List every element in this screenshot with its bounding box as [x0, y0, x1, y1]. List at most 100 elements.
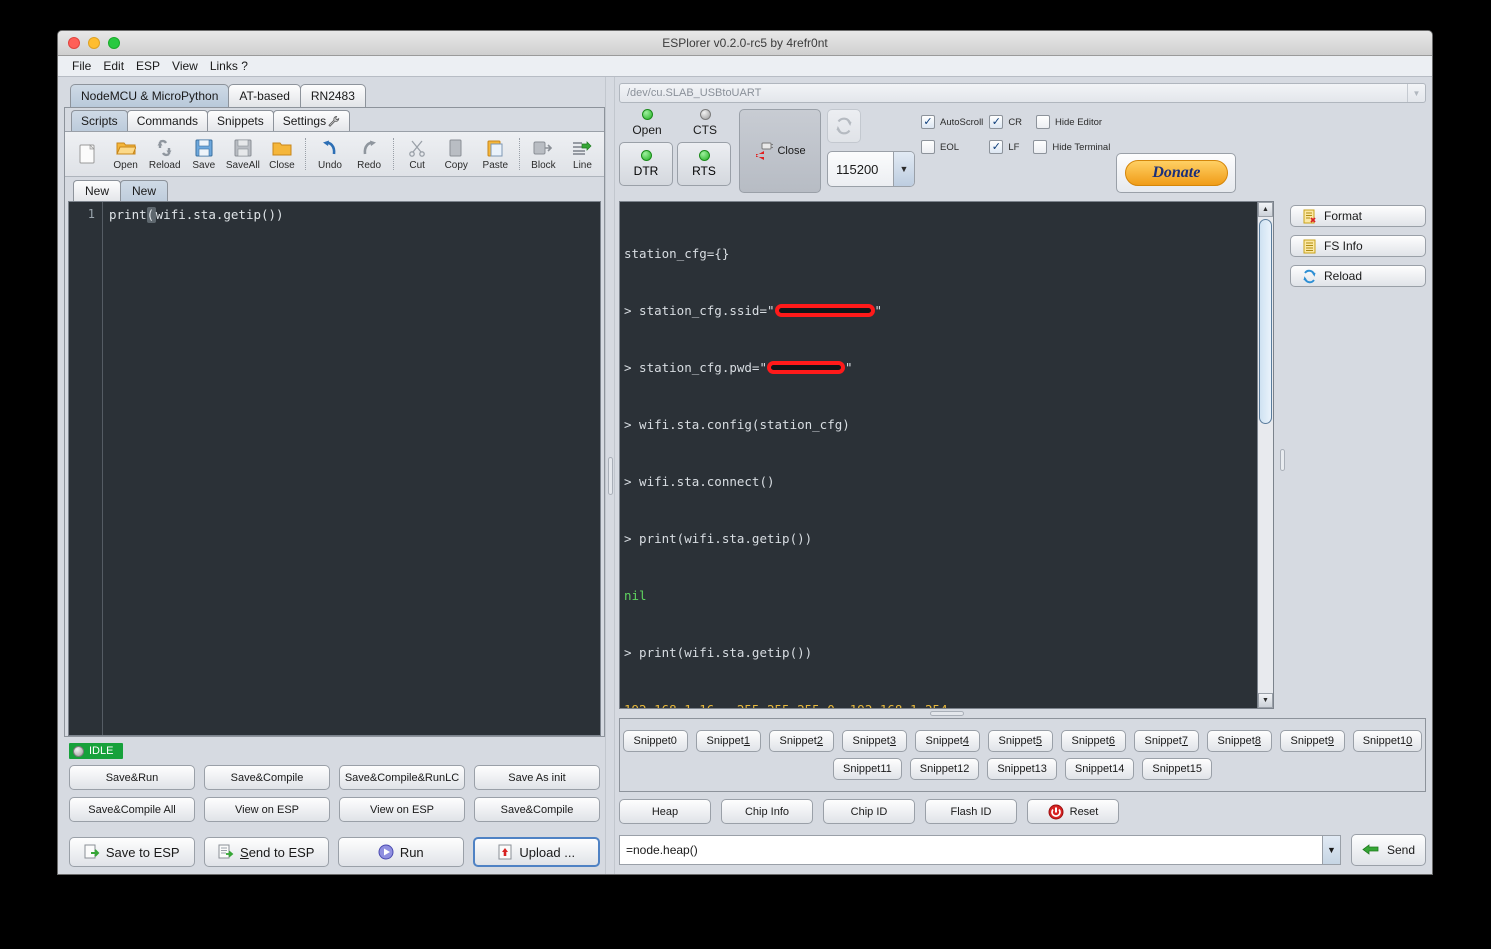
snippet-button-10[interactable]: Snippet1 0	[1352, 730, 1423, 752]
chip-info-button[interactable]: Chip Info	[721, 799, 813, 824]
toolbar-cut-button[interactable]: Cut	[398, 133, 437, 175]
snippet-button-0[interactable]: Snippet0	[622, 730, 688, 752]
menu-item-links[interactable]: Links ?	[204, 59, 254, 73]
flash-id-button[interactable]: Flash ID	[925, 799, 1017, 824]
toolbar-redo-button[interactable]: Redo	[350, 133, 389, 175]
scroll-down-button[interactable]: ▼	[1258, 693, 1273, 708]
doc-tab-new-2[interactable]: New	[120, 180, 169, 201]
code-editor[interactable]: 1 print(wifi.sta.getip())	[68, 201, 601, 736]
horizontal-divider-grip[interactable]	[929, 711, 964, 716]
snippet-button-9[interactable]: Snippet 9	[1279, 730, 1345, 752]
baudrate-chevron-down-icon[interactable]: ▼	[893, 152, 914, 186]
lf-checkbox-box[interactable]: ✓	[989, 140, 1004, 154]
menu-item-view[interactable]: View	[166, 59, 204, 73]
fs-info-button[interactable]: FS Info	[1290, 235, 1426, 257]
snippet-button-6[interactable]: Snippet 6	[1060, 730, 1126, 752]
snippet-button-8[interactable]: Snippet 8	[1206, 730, 1272, 752]
toolbar-save-button[interactable]: Save	[184, 133, 223, 175]
chevron-down-icon[interactable]: ▼	[1407, 84, 1425, 102]
send-to-esp-button[interactable]: Send to ESP	[203, 837, 329, 867]
tab-at-based[interactable]: AT-based	[228, 84, 301, 107]
snippet-button-2[interactable]: Snippet 2	[768, 730, 834, 752]
heap-button[interactable]: Heap	[619, 799, 711, 824]
close-port-button[interactable]: Close	[739, 109, 821, 193]
eol-checkbox-box[interactable]	[921, 140, 935, 154]
vertical-split-divider[interactable]	[605, 77, 615, 874]
terminal-output[interactable]: station_cfg={} > station_cfg.ssid=" " > s…	[619, 201, 1274, 709]
reload-esp-button[interactable]: Reload	[1290, 265, 1426, 287]
toolbar-paste-button[interactable]: Paste	[476, 133, 515, 175]
doc-tab-new-1[interactable]: New	[73, 180, 122, 201]
command-history-chevron-down-icon[interactable]: ▼	[1322, 836, 1340, 864]
menu-item-file[interactable]: File	[66, 59, 97, 73]
cr-checkbox[interactable]: ✓ CR	[989, 115, 1022, 129]
scrollbar-thumb[interactable]	[1259, 219, 1272, 424]
save-compile-runlc-button[interactable]: Save&Compile&RunLC	[339, 765, 465, 790]
command-input[interactable]: =node.heap() ▼	[619, 835, 1341, 865]
tab-snippets[interactable]: Snippets	[207, 110, 274, 131]
hide-editor-checkbox-box[interactable]	[1036, 115, 1051, 129]
save-and-run-button[interactable]: Save&Run	[69, 765, 195, 790]
toolbar-copy-button[interactable]: Copy	[437, 133, 476, 175]
save-and-compile-button[interactable]: Save&Compile	[204, 765, 330, 790]
reset-button[interactable]: Reset	[1027, 799, 1119, 824]
format-button[interactable]: Format	[1290, 205, 1426, 227]
view-on-esp-button-2[interactable]: View on ESP	[339, 797, 465, 822]
scrollbar-track[interactable]	[1258, 217, 1273, 693]
tab-rn2483[interactable]: RN2483	[299, 84, 366, 107]
save-as-init-button[interactable]: Save As init	[474, 765, 600, 790]
toolbar-line-button[interactable]: Line	[563, 133, 602, 175]
tab-settings[interactable]: Settings	[272, 110, 351, 131]
terminal-scrollbar[interactable]: ▲ ▼	[1257, 202, 1273, 708]
tab-scripts[interactable]: Scripts	[71, 110, 128, 131]
donate-button[interactable]: Donate	[1116, 153, 1237, 193]
toolbar-new-button[interactable]	[67, 133, 106, 175]
menu-item-esp[interactable]: ESP	[130, 59, 166, 73]
tab-commands[interactable]: Commands	[126, 110, 209, 131]
snippet-button-15[interactable]: Snippet15	[1142, 758, 1212, 780]
toolbar-undo-button[interactable]: Undo	[310, 133, 349, 175]
view-on-esp-button-1[interactable]: View on ESP	[204, 797, 330, 822]
toolbar-close-button[interactable]: Close	[262, 133, 301, 175]
toolbar-reload-button[interactable]: Reload	[145, 133, 184, 175]
chip-id-button[interactable]: Chip ID	[823, 799, 915, 824]
snippet-button-3[interactable]: Snippet 3	[841, 730, 907, 752]
divider-grip[interactable]	[607, 456, 613, 495]
hide-terminal-checkbox-box[interactable]	[1033, 140, 1048, 154]
scroll-up-button[interactable]: ▲	[1258, 202, 1273, 217]
hide-terminal-checkbox[interactable]: Hide Terminal	[1033, 140, 1110, 154]
save-and-compile-button-2[interactable]: Save&Compile	[474, 797, 600, 822]
baudrate-select[interactable]: 115200 ▼	[827, 151, 915, 187]
hide-editor-checkbox[interactable]: Hide Editor	[1036, 115, 1102, 129]
autoscroll-checkbox[interactable]: ✓ AutoScroll	[921, 115, 983, 129]
run-button[interactable]: Run	[338, 837, 464, 867]
menu-item-edit[interactable]: Edit	[97, 59, 130, 73]
toolbar-open-button[interactable]: Open	[106, 133, 145, 175]
tab-nodemcu-micropython[interactable]: NodeMCU & MicroPython	[70, 84, 230, 107]
snippet-button-13[interactable]: Snippet13	[987, 758, 1057, 780]
upload-button[interactable]: Upload ...	[472, 837, 600, 867]
snippet-button-12[interactable]: Snippet12	[909, 758, 980, 780]
refresh-ports-button[interactable]	[827, 109, 861, 143]
port-select[interactable]: /dev/cu.SLAB_USBtoUART ▼	[619, 83, 1426, 103]
snippet-button-5[interactable]: Snippet 5	[987, 730, 1053, 752]
toolbar-saveall-button[interactable]: SaveAll	[223, 133, 262, 175]
code-text-area[interactable]: print(wifi.sta.getip())	[103, 202, 600, 735]
snippet-button-14[interactable]: Snippet14	[1064, 758, 1135, 780]
snippet-button-7[interactable]: Snippet 7	[1133, 730, 1199, 752]
rts-button[interactable]: RTS	[677, 142, 731, 186]
toolbar-block-button[interactable]: Block	[524, 133, 563, 175]
save-to-esp-button[interactable]: Save to ESP	[69, 837, 195, 867]
snippet-button-11[interactable]: Snippet11	[833, 758, 902, 780]
send-button[interactable]: Send	[1351, 834, 1426, 866]
snippet-button-1[interactable]: Snippet 1	[695, 730, 761, 752]
dtr-button[interactable]: DTR	[619, 142, 673, 186]
horizontal-split-divider[interactable]	[619, 709, 1274, 718]
snippet-button-4[interactable]: Snippet 4	[914, 730, 980, 752]
lf-checkbox[interactable]: ✓ LF	[989, 140, 1019, 154]
eol-checkbox[interactable]: EOL	[921, 140, 983, 154]
side-divider-grip[interactable]	[1279, 448, 1285, 471]
side-divider[interactable]	[1274, 201, 1290, 718]
save-and-compile-all-button[interactable]: Save&Compile All	[69, 797, 195, 822]
cr-checkbox-box[interactable]: ✓	[989, 115, 1004, 129]
